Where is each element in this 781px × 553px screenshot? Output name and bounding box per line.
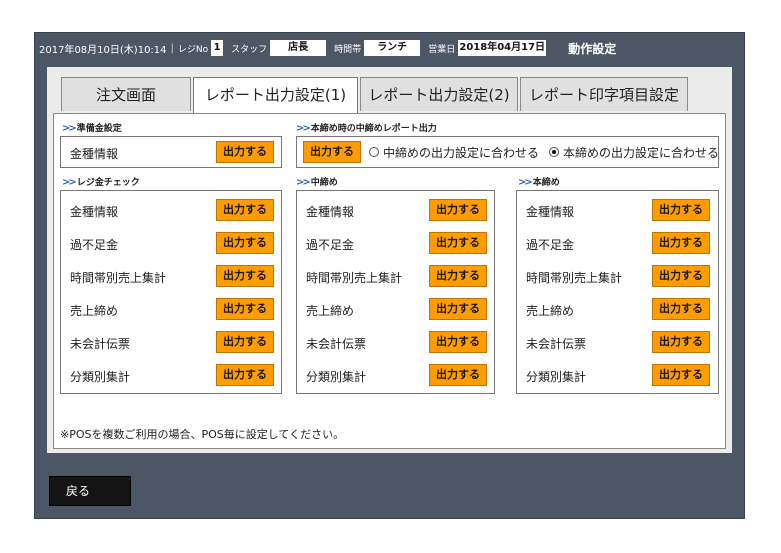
list-item: 分類別集計 出力する [297,360,494,392]
radio-option-final[interactable]: 本締めの出力設定に合わせる [549,137,719,167]
tab-report-print-items[interactable]: レポート印字項目設定 [520,77,688,111]
register-check-box: 金種情報 出力する 過不足金 出力する 時間帯別売上集計 出力する 売上締め 出力する … [60,190,282,394]
reserve-fund-output-button[interactable]: 出力する [216,141,274,163]
register-label: レジNo [177,44,209,55]
staff-value: 店長 [270,40,327,56]
output-button[interactable]: 出力する [216,331,274,353]
output-button[interactable]: 出力する [652,199,710,221]
output-button[interactable]: 出力する [652,298,710,320]
staff-label: スタッフ [231,44,268,55]
list-item: 時間帯別売上集計 出力する [61,261,281,293]
section-title-interim-close: >> 本締め時の中締めレポート出力 [296,123,437,134]
output-button[interactable]: 出力する [652,232,710,254]
output-button[interactable]: 出力する [652,265,710,287]
interim-close-box: 出力する 中締めの出力設定に合わせる 本締めの出力設定に合わせる [296,136,719,168]
tab-report-output-1[interactable]: レポート出力設定(1) [193,77,358,114]
list-item: 金種情報 出力する [297,195,494,227]
output-button[interactable]: 出力する [652,364,710,386]
list-item: 売上締め 出力する [517,294,718,326]
interim-box: 金種情報 出力する 過不足金 出力する 時間帯別売上集計 出力する 売上締め 出力する … [296,190,495,394]
tab-order-screen[interactable]: 注文画面 [61,77,191,111]
footnote: ※POSを複数ご利用の場合、POS毎に設定してください。 [60,428,345,441]
business-day-label: 営業日 [428,44,456,55]
section-title-interim: >> 中締め [296,177,338,188]
interim-close-output-button[interactable]: 出力する [303,141,361,163]
list-item: 過不足金 出力する [61,228,281,260]
output-button[interactable]: 出力する [429,364,487,386]
output-button[interactable]: 出力する [652,331,710,353]
output-button[interactable]: 出力する [216,298,274,320]
list-item: 過不足金 出力する [517,228,718,260]
radio-checked-icon [549,147,559,157]
timeslot-label: 時間帯 [334,44,362,55]
tab-bar: 注文画面 レポート出力設定(1) レポート出力設定(2) レポート印字項目設定 [61,77,690,114]
list-item: 売上締め 出力する [61,294,281,326]
list-item: 未会計伝票 出力する [61,327,281,359]
mode-title: 動作設定 [568,41,617,56]
tab-report-output-2[interactable]: レポート出力設定(2) [360,77,518,111]
settings-content: 注文画面 レポート出力設定(1) レポート出力設定(2) レポート印字項目設定 … [47,67,732,453]
list-item: 時間帯別売上集計 出力する [297,261,494,293]
output-button[interactable]: 出力する [216,364,274,386]
output-button[interactable]: 出力する [429,331,487,353]
final-close-box: 金種情報 出力する 過不足金 出力する 時間帯別売上集計 出力する 売上締め 出力する … [516,190,719,394]
reserve-fund-item-label: 金種情報 [70,147,119,161]
reserve-fund-box: 金種情報 出力する [60,136,282,168]
list-item: 分類別集計 出力する [517,360,718,392]
list-item: 時間帯別売上集計 出力する [517,261,718,293]
output-button[interactable]: 出力する [429,199,487,221]
business-day-value: 2018年04月17日 [458,40,547,56]
list-item: 金種情報 出力する [61,195,281,227]
timeslot-value: ランチ [364,40,421,56]
output-button[interactable]: 出力する [429,298,487,320]
datetime: 2017年08月10日(木)10:14 [39,44,167,56]
list-item: 未会計伝票 出力する [297,327,494,359]
output-button[interactable]: 出力する [429,232,487,254]
list-item: 分類別集計 出力する [61,360,281,392]
back-button[interactable]: 戻る [49,476,131,506]
radio-option-interim[interactable]: 中締めの出力設定に合わせる [369,137,539,167]
output-button[interactable]: 出力する [216,265,274,287]
output-button[interactable]: 出力する [216,232,274,254]
register-value: 1 [211,40,224,56]
list-item: 金種情報 出力する [517,195,718,227]
list-item: 過不足金 出力する [297,228,494,260]
section-title-final-close: >> 本締め [518,177,560,188]
radio-unchecked-icon [369,147,379,157]
section-title-register-check: >> レジ金チェック [62,177,140,188]
app-window: 2017年08月10日(木)10:14 | レジNo 1 スタッフ 店長 時間帯… [34,32,745,519]
list-item: 売上締め 出力する [297,294,494,326]
section-title-reserve-fund: >> 準備金設定 [62,123,122,134]
status-bar: 2017年08月10日(木)10:14 | レジNo 1 スタッフ 店長 時間帯… [39,40,617,56]
report-output-panel: >> 準備金設定 金種情報 出力する >> 本締め時の中締めレポート出力 出力する … [53,113,726,449]
output-button[interactable]: 出力する [429,265,487,287]
list-item: 未会計伝票 出力する [517,327,718,359]
output-button[interactable]: 出力する [216,199,274,221]
